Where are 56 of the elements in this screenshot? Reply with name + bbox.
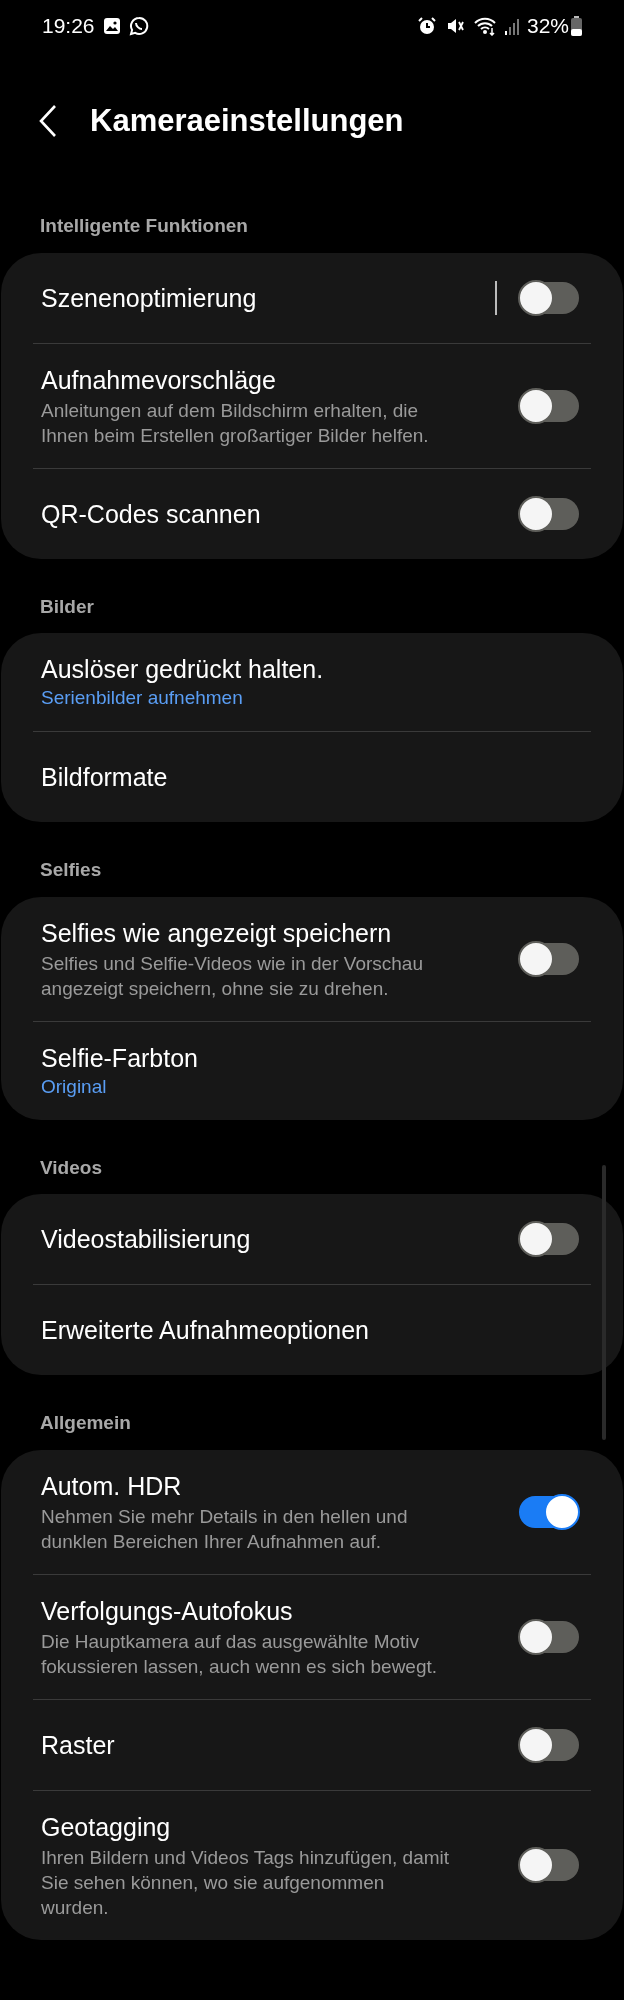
setting-title: Geotagging [41, 1811, 172, 1843]
setting-title: Raster [41, 1729, 116, 1761]
settings-row[interactable]: Aufnahmevorschläge Anleitungen auf dem Bildschirm erhalten, die Ihnen beim Erstellen großartiger Bilder helfen. [1, 343, 623, 468]
setting-title: Bildformate [41, 762, 169, 793]
setting-description: Anleitungen auf dem Bildschirm erhalten, die Ihnen beim Erstellen großartiger Bilder helfen. [41, 398, 430, 448]
setting-title: Szenenoptimierung [41, 282, 258, 314]
setting-title: Autom. HDR [41, 1470, 183, 1502]
signal-icon [504, 17, 519, 35]
section-header: Allgemein [39, 1411, 132, 1435]
setting-title: Videostabilisierung [41, 1224, 252, 1255]
toggle-switch[interactable] [519, 942, 579, 975]
page-title: Kameraeinstellungen [90, 101, 404, 140]
settings-row[interactable]: Szenenoptimierung [1, 252, 623, 343]
setting-title: Erweiterte Aufnahmeoptionen [41, 1315, 370, 1346]
alarm-icon [416, 16, 437, 36]
image-icon [102, 17, 121, 35]
setting-title: Selfies wie angezeigt speichern [41, 917, 393, 949]
settings-row[interactable]: Auslöser gedrückt halten. Serienbilder aufnehmen [1, 633, 623, 731]
settings-row[interactable]: Erweiterte Aufnahmeoptionen [1, 1285, 623, 1375]
settings-row[interactable]: QR-Codes scannen [1, 468, 623, 559]
setting-value: Original [41, 1074, 108, 1099]
toggle-switch[interactable] [519, 281, 579, 314]
settings-row[interactable]: Selfies wie angezeigt speichern Selfies und Selfie-Videos wie in der Vorschau angezeigt speichern, ohne sie zu drehen. [1, 896, 623, 1021]
section-header: Bilder [39, 594, 95, 619]
settings-row[interactable]: Geotagging Ihren Bildern und Videos Tags hinzufügen, damit Sie sehen können, wo sie aufgenommen wurden. [1, 1790, 623, 1940]
setting-title: Verfolgungs-Autofokus [41, 1595, 294, 1627]
chat-bubble-icon [128, 16, 149, 36]
toggle-switch[interactable] [519, 1223, 579, 1255]
wifi-icon [472, 16, 497, 36]
clock: 19:26 [42, 13, 95, 40]
toggle-switch[interactable] [519, 1495, 579, 1528]
toggle-switch[interactable] [519, 1849, 579, 1881]
settings-row[interactable]: Verfolgungs-Autofokus Die Hauptkamera auf das ausgewählte Motiv fokussieren lassen, auch wenn es sich bewegt. [1, 1574, 623, 1699]
section-header: Videos [39, 1155, 103, 1180]
toggle-switch[interactable] [519, 1620, 579, 1653]
setting-title: QR-Codes scannen [41, 498, 262, 530]
settings-row[interactable]: Autom. HDR Nehmen Sie mehr Details in den hellen und dunklen Bereichen Ihrer Aufnahmen auf. [1, 1449, 623, 1574]
battery-percentage: 32% [526, 13, 569, 40]
section-header: Selfies [39, 858, 103, 882]
setting-description: Ihren Bildern und Videos Tags hinzufügen, damit Sie sehen können, wo sie aufgenommen wurden. [41, 1845, 451, 1920]
setting-title: Auslöser gedrückt halten. [41, 654, 325, 685]
toggle-switch[interactable] [519, 497, 579, 530]
setting-value: Serienbilder aufnehmen [41, 686, 244, 710]
setting-description: Die Hauptkamera auf das ausgewählte Motiv fokussieren lassen, auch wenn es sich bewegt. [41, 1629, 439, 1679]
settings-row[interactable]: Videostabilisierung [1, 1194, 623, 1284]
toggle-switch[interactable] [519, 1728, 579, 1761]
setting-title: Selfie-Farbton [41, 1042, 200, 1074]
battery-icon [571, 16, 582, 36]
toggle-switch[interactable] [519, 389, 579, 422]
settings-row[interactable]: Raster [1, 1699, 623, 1790]
setting-title: Aufnahmevorschläge [41, 364, 277, 396]
settings-row[interactable]: Bildformate [1, 732, 623, 822]
setting-description: Selfies und Selfie-Videos wie in der Vorschau angezeigt speichern, ohne sie zu drehen. [41, 951, 424, 1001]
settings-row[interactable]: Selfie-Farbton Original [1, 1021, 623, 1120]
section-header: Intelligente Funktionen [39, 214, 249, 238]
setting-description: Nehmen Sie mehr Details in den hellen und dunklen Bereichen Ihrer Aufnahmen auf. [41, 1504, 409, 1554]
